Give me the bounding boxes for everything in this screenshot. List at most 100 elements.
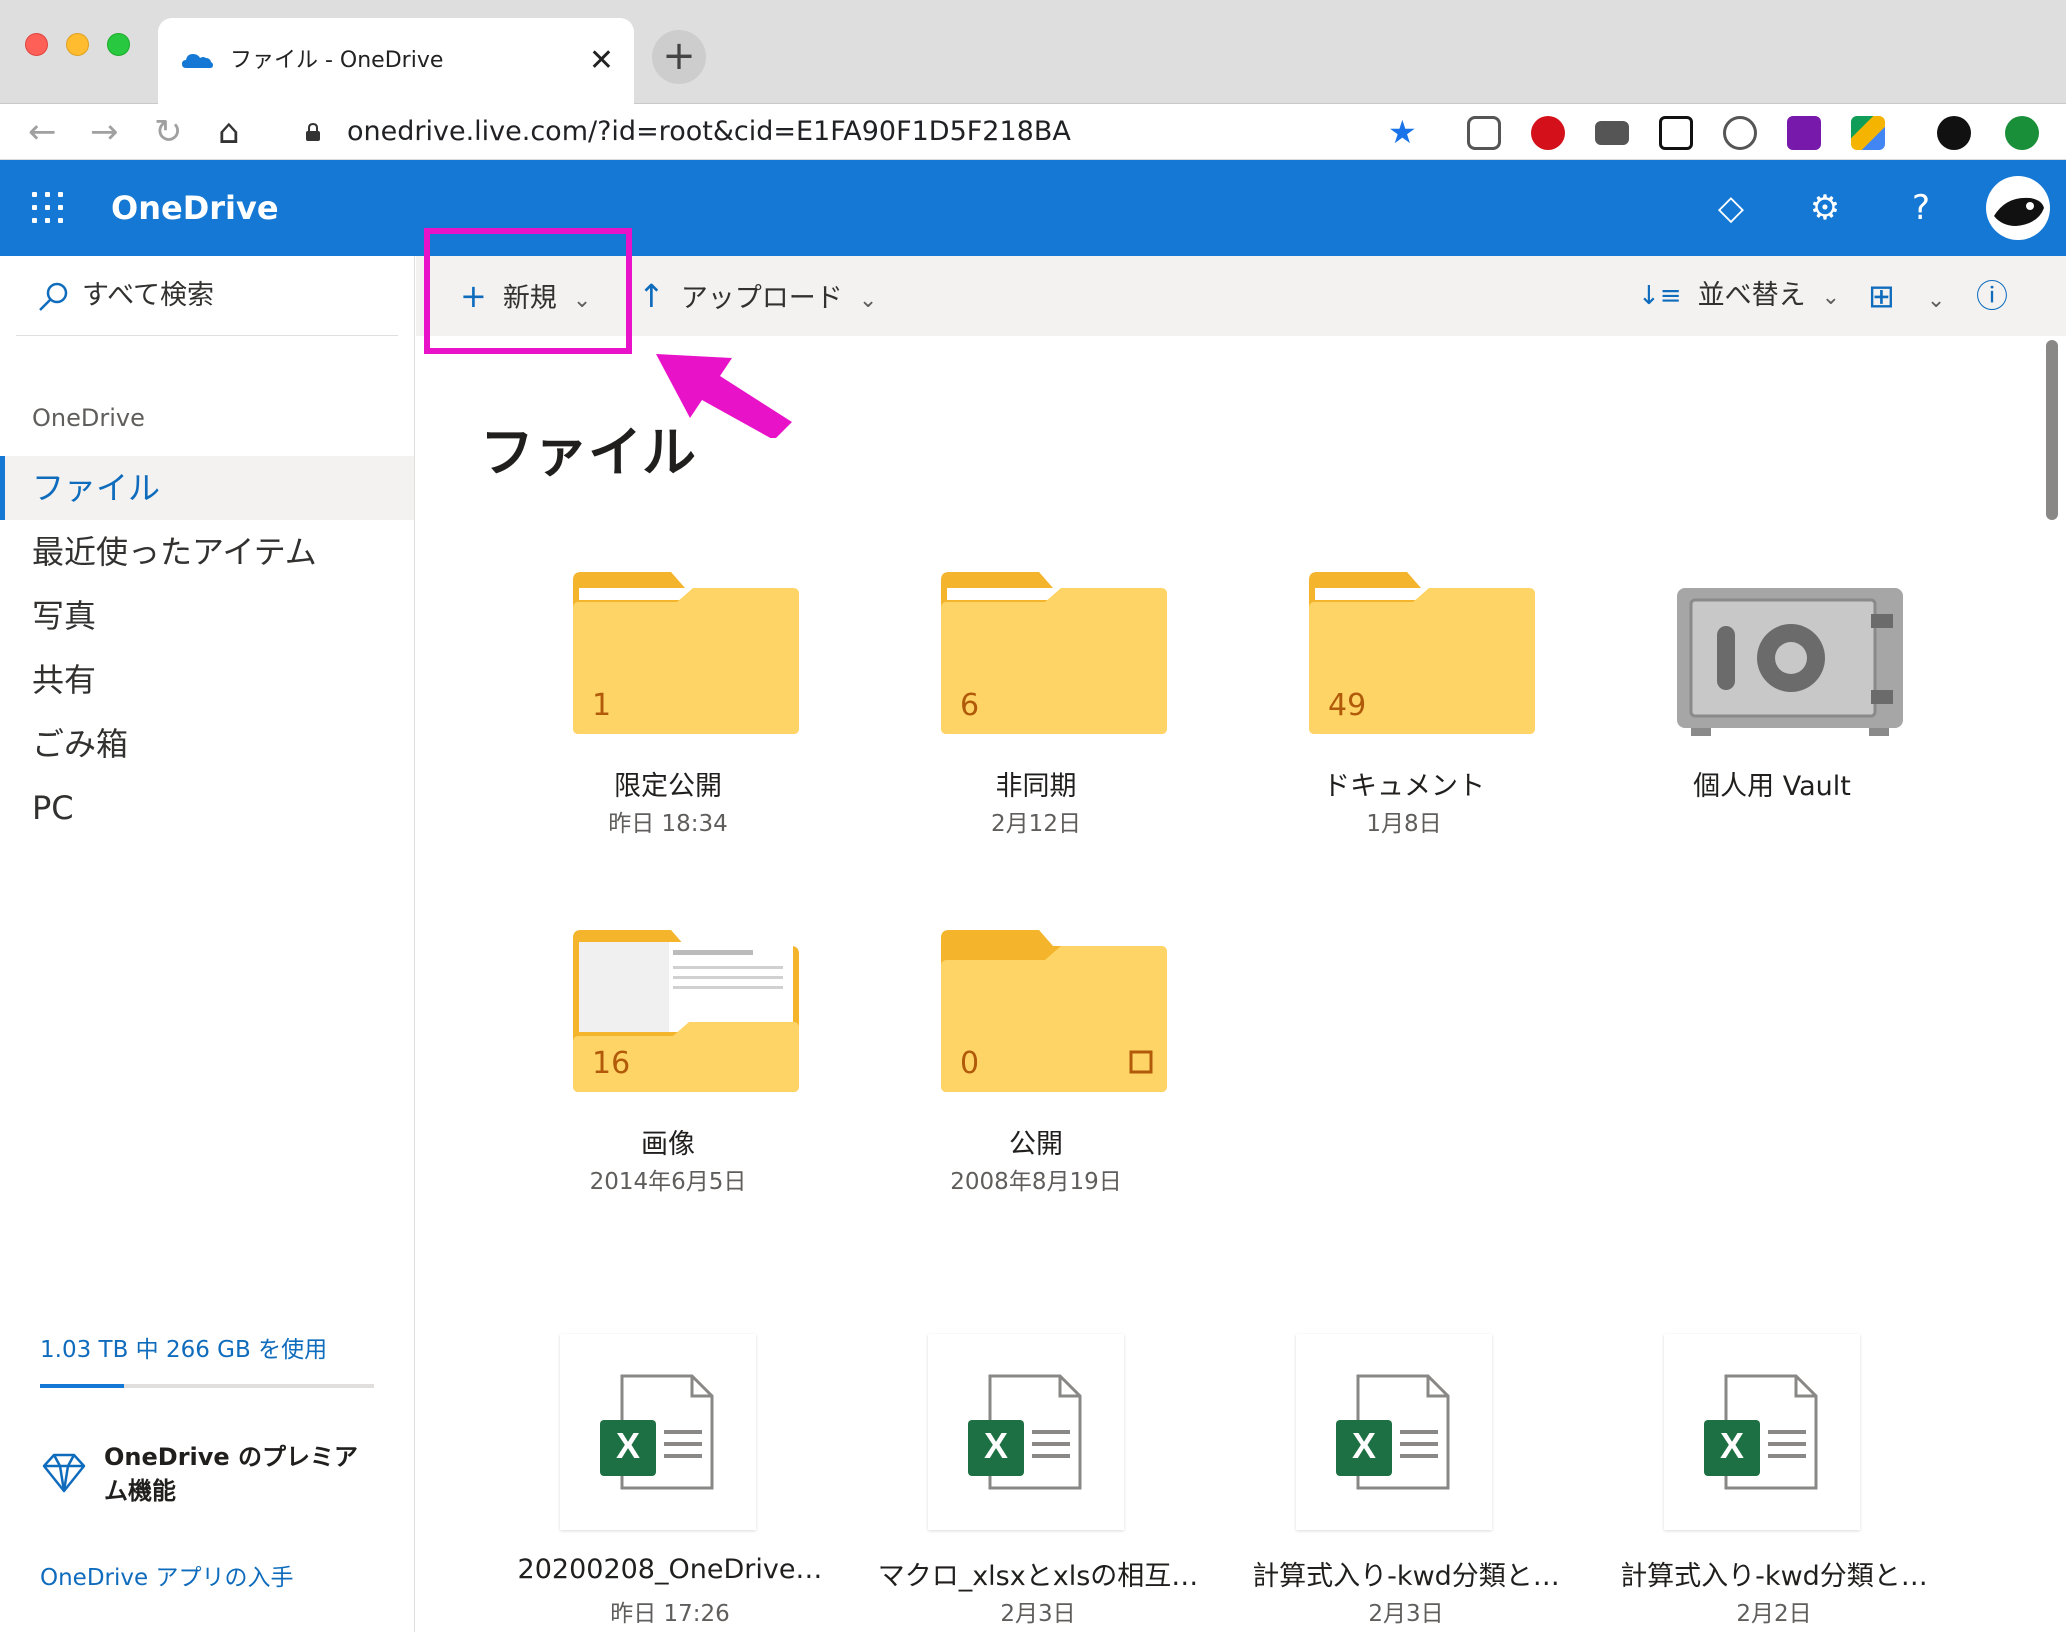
excel-file-icon: X (1336, 1374, 1450, 1490)
search-box[interactable]: すべて検索 (16, 256, 398, 336)
vault-tile[interactable]: 個人用 Vault (1632, 568, 1912, 868)
folder-name[interactable]: 画像 (484, 1122, 852, 1161)
get-app-link[interactable]: OneDrive アプリの入手 (40, 1558, 293, 1592)
search-icon (39, 282, 68, 311)
file-name[interactable]: 20200208_OneDrive… (486, 1554, 854, 1585)
help-icon[interactable]: ? (1896, 160, 1946, 256)
close-tab-icon[interactable]: ✕ (589, 18, 614, 104)
file-thumbnail[interactable]: X (1296, 1334, 1492, 1530)
profile-avatar-icon[interactable] (1937, 116, 1971, 150)
vault-safe-icon (1677, 588, 1903, 736)
sidebar-item-photos[interactable]: 写真 (0, 584, 414, 648)
sort-button[interactable]: ↓≡ 並べ替え ⌄ (1638, 256, 1840, 338)
info-icon: ⓘ (1976, 277, 2009, 315)
storage-quota-bar (40, 1384, 374, 1388)
browser-address-bar: ← → ↻ ⌂ onedrive.live.com/?id=root&cid=E… (0, 104, 2066, 160)
maximize-window-button[interactable] (107, 33, 130, 56)
folder-tile[interactable]: 6 非同期 2月12日 (896, 568, 1176, 868)
onedrive-cloud-icon (182, 54, 213, 68)
folder-item-count: 0 (960, 1046, 980, 1081)
avatar-image (1994, 197, 2044, 226)
update-extension-icon[interactable] (2005, 116, 2039, 150)
pocket-extension-icon[interactable] (1467, 116, 1501, 150)
file-thumbnail[interactable]: X (560, 1334, 756, 1530)
forward-arrow-icon[interactable]: → (90, 104, 119, 160)
adblock-extension-icon[interactable] (1531, 116, 1565, 150)
folder-item-count: 6 (960, 688, 980, 723)
sidebar-item-recycle-bin[interactable]: ごみ箱 (0, 712, 414, 776)
sidebar-item-recent[interactable]: 最近使ったアイテム (0, 520, 414, 584)
new-tab-button[interactable]: + (652, 30, 706, 84)
close-window-button[interactable] (25, 33, 48, 56)
folder-name[interactable]: 限定公開 (484, 764, 852, 803)
file-name[interactable]: 計算式入り-kwd分類と… (1590, 1554, 1958, 1593)
folder-tile[interactable]: 49 ドキュメント 1月8日 (1264, 568, 1544, 868)
folder-name[interactable]: 非同期 (852, 764, 1220, 803)
onenote-extension-icon[interactable] (1787, 116, 1821, 150)
folder-tile[interactable]: 1 限定公開 昨日 18:34 (528, 568, 808, 868)
sidebar-item-files[interactable]: ファイル (0, 456, 414, 520)
folder-name[interactable]: 公開 (852, 1122, 1220, 1161)
file-name[interactable]: 計算式入り-kwd分類と… (1222, 1554, 1590, 1593)
app-launcher-icon[interactable] (32, 192, 64, 224)
reload-icon[interactable]: ↻ (154, 104, 183, 160)
file-modified-date: 2月3日 (1368, 1601, 1444, 1627)
file-name[interactable]: マクロ_xlsxとxlsの相互… (854, 1554, 1222, 1593)
chevron-down-icon: ⌄ (1821, 285, 1841, 310)
storage-quota-fill (40, 1384, 124, 1388)
premium-diamond-icon[interactable]: ◇ (1706, 160, 1756, 256)
file-modified-date: 2月3日 (1000, 1601, 1076, 1627)
premium-features-link[interactable]: OneDrive のプレミアム機能 (104, 1440, 374, 1508)
left-navigation: すべて検索 OneDrive ファイル 最近使ったアイテム 写真 共有 ごみ箱 … (0, 256, 415, 1632)
settings-gear-icon[interactable]: ⚙ (1800, 160, 1850, 256)
premium-diamond-icon (42, 1453, 86, 1493)
folder-modified-date: 2月12日 (991, 811, 1081, 837)
mail-extension-icon[interactable] (1595, 121, 1629, 145)
folder-item-count: 16 (592, 1046, 631, 1081)
grid-view-icon: ⊞ (1868, 277, 1895, 315)
account-avatar[interactable] (1986, 176, 2050, 240)
notion-extension-icon[interactable] (1659, 116, 1693, 150)
storage-quota-link[interactable]: 1.03 TB 中 266 GB を使用 (40, 1330, 327, 1364)
excel-file-icon: X (600, 1374, 714, 1490)
sidebar-item-shared[interactable]: 共有 (0, 648, 414, 712)
folder-modified-date: 昨日 18:34 (608, 811, 728, 837)
drive-extension-icon[interactable] (1851, 116, 1885, 150)
details-pane-button[interactable]: ⓘ (1976, 256, 2024, 339)
sidebar-item-pc[interactable]: PC (0, 776, 414, 840)
history-extension-icon[interactable] (1723, 116, 1757, 150)
file-modified-date: 2月2日 (1736, 1601, 1812, 1627)
search-placeholder: すべて検索 (82, 280, 215, 311)
bookmark-star-icon[interactable]: ★ (1388, 104, 1417, 160)
minimize-window-button[interactable] (66, 33, 89, 56)
app-title[interactable]: OneDrive (111, 160, 279, 256)
folder-item-count: 49 (1328, 688, 1367, 723)
sort-icon: ↓≡ (1638, 281, 1682, 311)
omnibox[interactable]: onedrive.live.com/?id=root&cid=E1FA90F1D… (285, 104, 1435, 160)
tab-title: ファイル - OneDrive (230, 48, 444, 73)
file-thumbnail[interactable]: X (928, 1334, 1124, 1530)
sort-label: 並べ替え (1697, 280, 1806, 311)
main-scrollbar[interactable] (2046, 340, 2058, 520)
folder-item-count: 1 (592, 688, 612, 723)
upload-arrow-icon: ↑ (638, 277, 665, 315)
browser-tab[interactable]: ファイル - OneDrive ✕ (158, 18, 634, 104)
back-arrow-icon[interactable]: ← (28, 104, 57, 160)
folder-tile[interactable]: 16 画像 2014年6月5日 (528, 926, 808, 1226)
chevron-down-icon: ⌄ (858, 288, 878, 313)
view-options-button[interactable]: ⊞ ⌄ (1868, 256, 1945, 341)
nav-section-heading: OneDrive (32, 404, 145, 432)
vault-name[interactable]: 個人用 Vault (1588, 764, 1956, 803)
folder-modified-date: 2008年8月19日 (950, 1169, 1122, 1195)
chevron-down-icon: ⌄ (1926, 288, 1946, 313)
page-title: ファイル (480, 421, 696, 484)
onedrive-app-bar: OneDrive ◇ ⚙ ? (0, 160, 2066, 256)
folder-modified-date: 2014年6月5日 (589, 1169, 747, 1195)
main-content: ファイル 1 限定公開 昨日 18:34 6 非同期 2月12日 49 ドキュメ… (416, 336, 2048, 1632)
svg-text:X: X (1352, 1425, 1376, 1466)
folder-tile[interactable]: 0 公開 2008年8月19日 (896, 926, 1176, 1226)
file-thumbnail[interactable]: X (1664, 1334, 1860, 1530)
home-icon[interactable]: ⌂ (218, 104, 240, 160)
lock-icon (306, 122, 320, 141)
folder-name[interactable]: ドキュメント (1220, 764, 1588, 803)
